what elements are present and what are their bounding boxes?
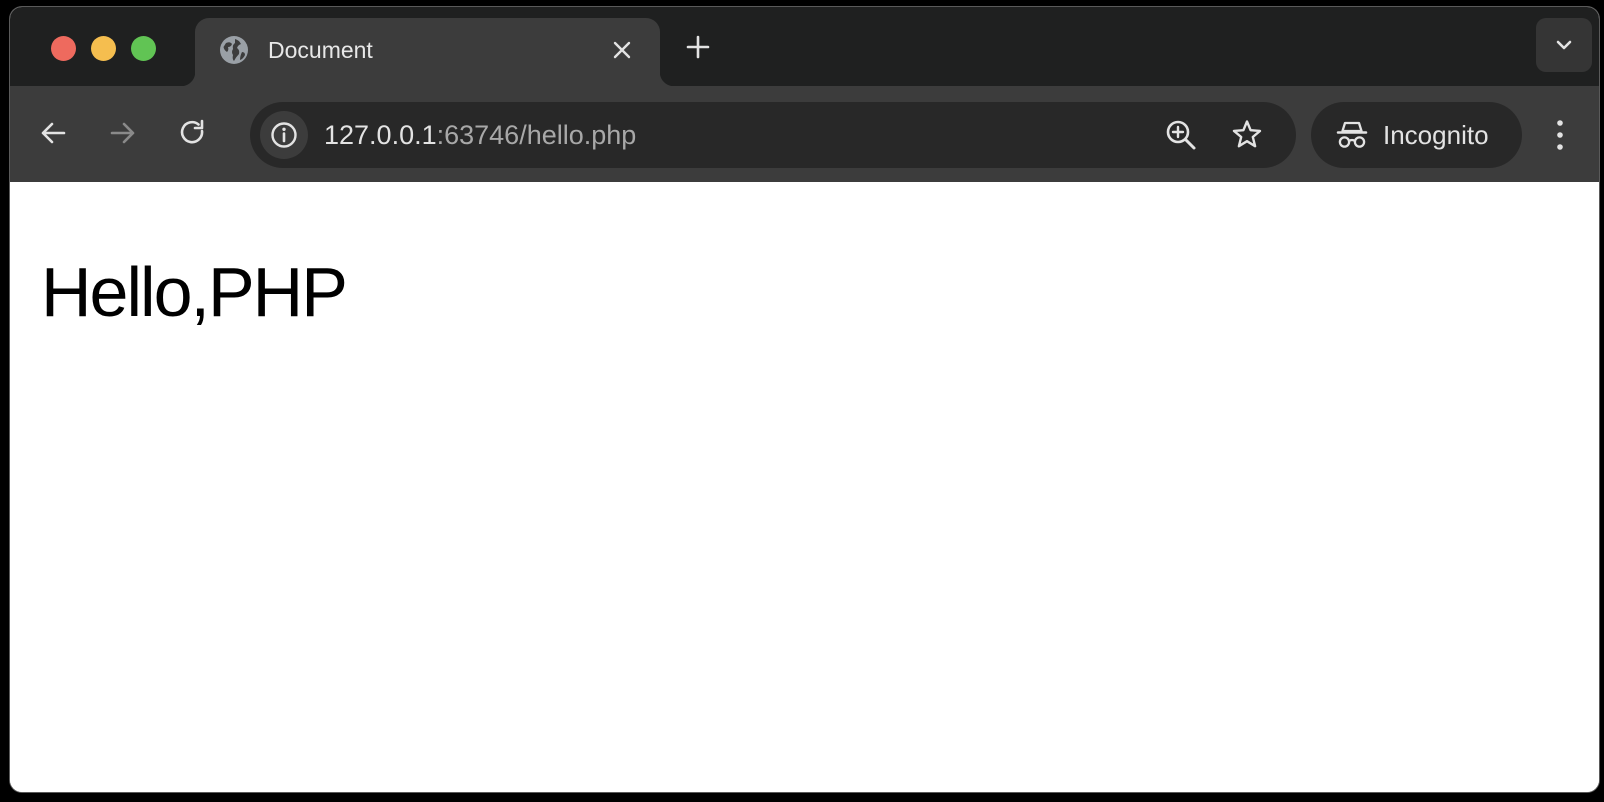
url-path: :63746/hello.php [436,120,637,150]
tab-search-button[interactable] [1536,18,1592,72]
toolbar: 127.0.0.1:63746/hello.php Incognito [10,86,1599,182]
kebab-menu-icon[interactable] [1550,115,1570,155]
page-heading: Hello,PHP [41,253,348,331]
reload-button[interactable] [175,115,211,151]
tab-strip: Document [10,7,1599,86]
address-bar[interactable]: 127.0.0.1:63746/hello.php [250,102,1296,168]
globe-icon [220,36,248,64]
window-maximize-button[interactable] [131,36,156,61]
incognito-label: Incognito [1383,120,1489,150]
incognito-icon [1336,121,1368,148]
star-icon[interactable] [1230,118,1264,152]
forward-button[interactable] [105,115,141,151]
tab-document[interactable]: Document [181,18,674,86]
info-icon [271,122,297,148]
window-minimize-button[interactable] [91,36,116,61]
window-close-button[interactable] [51,36,76,61]
close-icon[interactable] [610,38,634,62]
zoom-in-icon[interactable] [1165,119,1199,153]
chevron-down-icon [1556,40,1572,50]
back-button[interactable] [35,115,71,151]
url-host: 127.0.0.1 [324,120,437,150]
page-content: Hello,PHP [10,182,1599,792]
url-text[interactable]: 127.0.0.1:63746/hello.php [324,119,636,151]
browser-window: Document 127.0.0.1:63746/hello.php Incog… [10,7,1599,792]
new-tab-button[interactable] [683,32,713,62]
site-info-button[interactable] [260,111,308,159]
tab-title: Document [268,37,373,63]
incognito-button[interactable]: Incognito [1311,102,1522,168]
